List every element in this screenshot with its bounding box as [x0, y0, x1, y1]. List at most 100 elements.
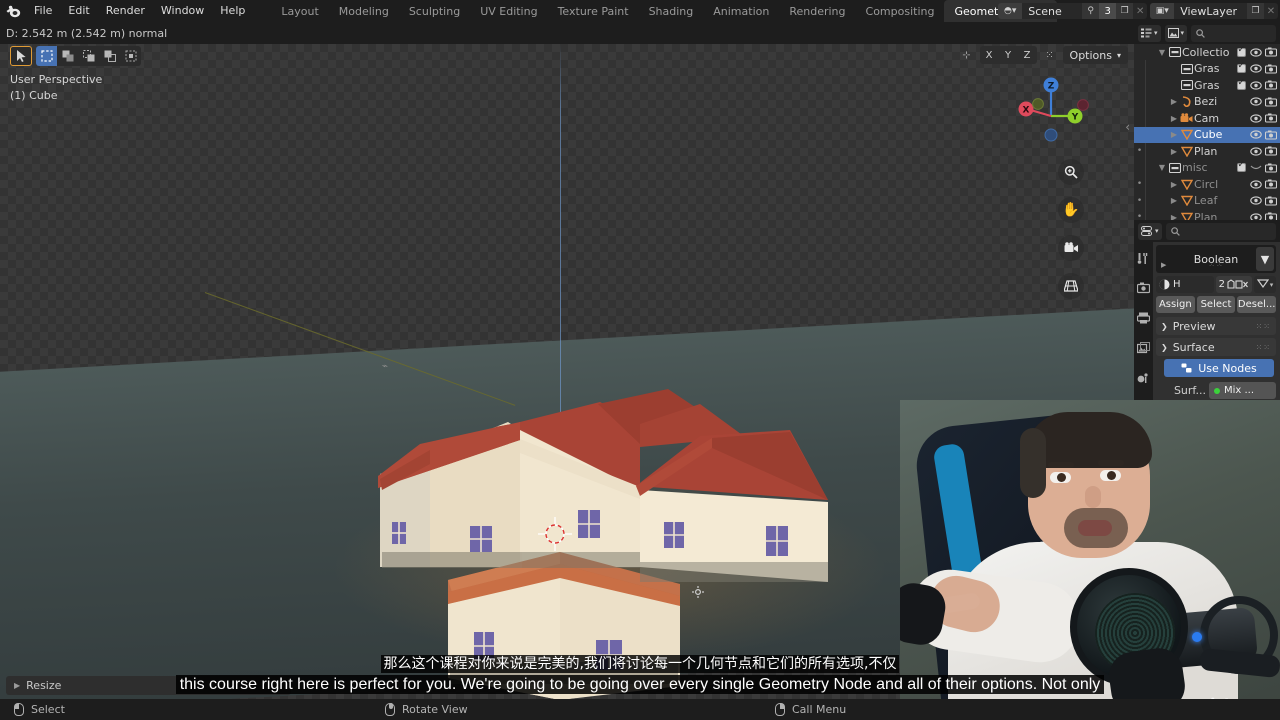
outliner-expander-icon[interactable]: ▶ — [1169, 196, 1179, 205]
outliner-restrict-dot[interactable]: • — [1134, 196, 1145, 206]
outliner-hide-eye-icon[interactable] — [1248, 213, 1263, 220]
outliner-render-camera-icon[interactable] — [1263, 113, 1278, 123]
outliner-row-plan[interactable]: • ▶ Plan — [1134, 143, 1280, 160]
outliner-render-camera-icon[interactable] — [1263, 47, 1278, 57]
view-layer-icon[interactable] — [1136, 340, 1152, 356]
menu-window[interactable]: Window — [153, 2, 212, 20]
scene-users-count[interactable]: 3 — [1099, 3, 1117, 19]
outliner-exclude-checkbox[interactable] — [1234, 160, 1248, 173]
outliner-exclude-checkbox[interactable] — [1234, 78, 1248, 90]
desel-button[interactable]: Desel... — [1237, 296, 1277, 313]
workspace-tab-rendering[interactable]: Rendering — [779, 0, 855, 22]
outliner-exclude-checkbox[interactable] — [1234, 45, 1248, 57]
remove-scene-icon[interactable]: ✕ — [1133, 3, 1147, 19]
use-nodes-button[interactable]: Use Nodes — [1164, 359, 1274, 377]
new-viewlayer-icon[interactable]: ❐ — [1247, 3, 1264, 19]
outliner-render-camera-icon[interactable] — [1263, 130, 1278, 140]
perspective-toggle-icon[interactable] — [1058, 273, 1084, 299]
select-subtract-icon[interactable] — [99, 46, 120, 66]
workspace-tab-texture-paint[interactable]: Texture Paint — [548, 0, 639, 22]
filter-image-icon[interactable]: ▾ — [1164, 24, 1188, 42]
outliner-row-gras[interactable]: Gras — [1134, 61, 1280, 78]
outliner-expander-icon[interactable]: ▶ — [1169, 130, 1179, 139]
outliner-search-input[interactable] — [1191, 24, 1276, 42]
select-box-icon[interactable] — [36, 46, 57, 66]
select-extend-icon[interactable] — [78, 46, 99, 66]
outliner-expander-icon[interactable]: ▶ — [1169, 213, 1179, 220]
outliner-render-camera-icon[interactable] — [1263, 179, 1278, 189]
outliner-expander-icon[interactable]: ▼ — [1157, 163, 1167, 172]
outliner-hide-eye-icon[interactable] — [1248, 97, 1263, 106]
outliner-hide-eye-icon[interactable] — [1248, 81, 1263, 90]
tool-icon[interactable] — [1136, 250, 1152, 266]
remove-viewlayer-icon[interactable]: ✕ — [1264, 3, 1278, 19]
outliner-row-collectio[interactable]: ▼ Collectio — [1134, 44, 1280, 61]
workspace-tab-layout[interactable]: Layout — [271, 0, 328, 22]
outliner-row-misc[interactable]: ▼ misc — [1134, 160, 1280, 177]
scene-icon[interactable] — [1136, 370, 1152, 386]
outliner-row-gras[interactable]: Gras — [1134, 77, 1280, 94]
menu-file[interactable]: File — [26, 2, 60, 20]
outliner-row-plan[interactable]: • ▶ Plan — [1134, 209, 1280, 220]
outliner-restrict-dot[interactable]: • — [1134, 212, 1145, 220]
outliner-exclude-checkbox[interactable] — [1234, 61, 1248, 74]
properties-editor-icon[interactable]: ▾ — [1138, 222, 1162, 240]
outliner-hide-eye-icon[interactable] — [1248, 196, 1263, 205]
menu-render[interactable]: Render — [98, 2, 153, 20]
workspace-tab-animation[interactable]: Animation — [703, 0, 779, 22]
outliner-render-camera-icon[interactable] — [1263, 196, 1278, 206]
outliner-expander-icon[interactable]: ▶ — [1169, 180, 1179, 189]
zoom-icon[interactable] — [1058, 159, 1084, 185]
workspace-tab-compositing[interactable]: Compositing — [856, 0, 945, 22]
axis-lock-x[interactable]: X — [980, 46, 999, 64]
outliner-tree[interactable]: ▼ Collectio Gras Gras ▶ Bezi ▶ Cam ▶ Cube • ▶ Plan ▼ m… — [1134, 44, 1280, 220]
pin-scene-icon[interactable]: ⚲ — [1082, 3, 1100, 19]
select-set-icon[interactable] — [57, 46, 78, 66]
outliner-display-icon[interactable]: ▾ — [1138, 24, 1161, 42]
material-slot-list[interactable]: Boolean ▶ ⁙⁙ ▼ — [1156, 245, 1276, 273]
scene-selector[interactable]: ◓▾ Scene ⚲ 3 ❐ ✕ — [998, 3, 1148, 19]
outliner-render-camera-icon[interactable] — [1263, 80, 1278, 90]
preview-panel-header[interactable]: ❯ Preview ⁙⁙ — [1156, 317, 1276, 335]
menu-help[interactable]: Help — [212, 2, 253, 20]
socket-value[interactable]: Mix ... — [1209, 382, 1276, 399]
menu-edit[interactable]: Edit — [60, 2, 97, 20]
surface-panel-header[interactable]: ❯ Surface ⁙⁙ — [1156, 338, 1276, 356]
pan-hand-icon[interactable]: ✋ — [1058, 197, 1084, 223]
sidebar-expand-icon[interactable]: ‹ — [1125, 120, 1130, 134]
outliner-editor[interactable]: ▾ ▾ ▼ Collectio Gras Gras ▶ Bezi ▶ Cam ▶ Cube • ▶ Pl… — [1134, 22, 1280, 220]
select-intersect-icon[interactable] — [120, 46, 141, 66]
outliner-hide-eye-icon[interactable] — [1248, 48, 1263, 57]
render-icon[interactable] — [1136, 280, 1152, 296]
assign-button[interactable]: Assign — [1156, 296, 1195, 313]
outliner-restrict-dot[interactable]: • — [1134, 179, 1145, 189]
workspace-tab-shading[interactable]: Shading — [639, 0, 704, 22]
output-icon[interactable] — [1136, 310, 1152, 326]
options-dropdown[interactable]: Options ▾ — [1062, 46, 1128, 64]
outliner-row-circl[interactable]: • ▶ Circl — [1134, 176, 1280, 193]
outliner-expander-icon[interactable]: ▶ — [1169, 114, 1179, 123]
material-slot-expand-icon[interactable]: ▶ — [1161, 261, 1166, 269]
material-datablock-selector[interactable]: H — [1156, 276, 1214, 293]
outliner-restrict-dot[interactable]: • — [1134, 146, 1145, 156]
camera-view-icon[interactable] — [1058, 235, 1084, 261]
new-scene-icon[interactable]: ❐ — [1116, 3, 1134, 19]
outliner-hide-eye-icon[interactable] — [1248, 147, 1263, 156]
workspace-tab-uv-editing[interactable]: UV Editing — [470, 0, 547, 22]
outliner-row-cam[interactable]: ▶ Cam — [1134, 110, 1280, 127]
outliner-hide-eye-icon[interactable] — [1248, 64, 1263, 73]
workspace-tab-sculpting[interactable]: Sculpting — [399, 0, 470, 22]
material-browse-icon[interactable]: ▾ — [1254, 276, 1276, 293]
outliner-render-camera-icon[interactable] — [1263, 212, 1278, 220]
outliner-row-cube[interactable]: ▶ Cube — [1134, 126, 1280, 143]
outliner-hide-eye-icon[interactable] — [1248, 163, 1263, 172]
proportional-edit-icon[interactable]: ⁙ — [1040, 46, 1060, 64]
outliner-expander-icon[interactable]: ▶ — [1169, 97, 1179, 106]
outliner-render-camera-icon[interactable] — [1263, 64, 1278, 74]
navigation-gizmo[interactable]: Z Y X — [1013, 72, 1089, 148]
outliner-expander-icon[interactable]: ▶ — [1169, 147, 1179, 156]
outliner-row-bezi[interactable]: ▶ Bezi — [1134, 94, 1280, 111]
blender-logo-icon[interactable] — [0, 0, 26, 22]
material-users-count[interactable]: 2 — [1215, 276, 1252, 293]
outliner-expander-icon[interactable]: ▼ — [1157, 48, 1167, 57]
